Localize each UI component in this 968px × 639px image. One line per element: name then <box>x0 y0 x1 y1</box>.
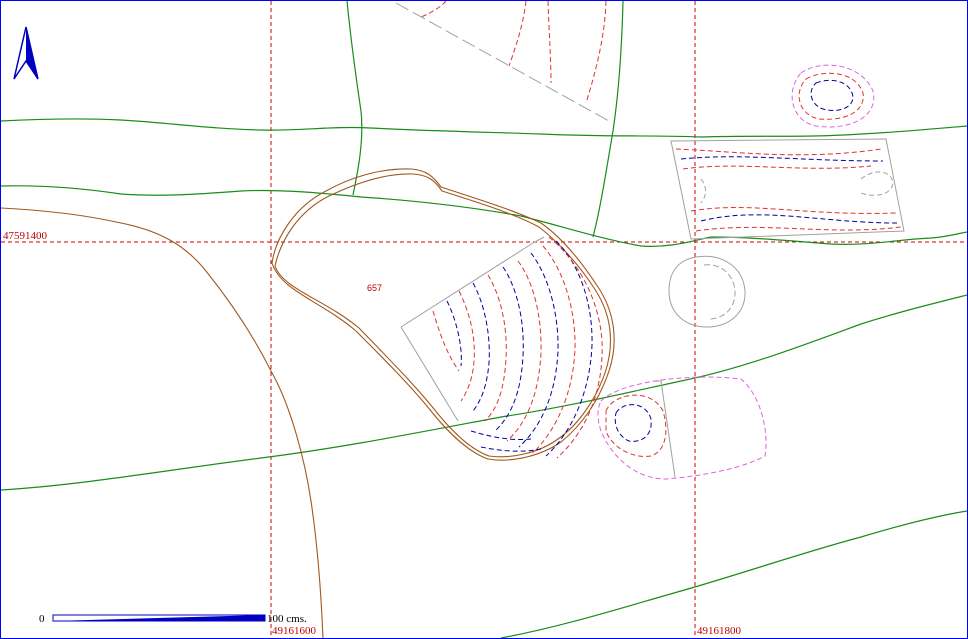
cut-outline-657 <box>271 168 615 461</box>
map-canvas[interactable] <box>1 1 967 638</box>
contour-line <box>458 290 475 402</box>
map-frame: 47591400 49161600 49161800 657 0 100 cms… <box>0 0 968 639</box>
contour-line <box>798 72 864 120</box>
contour-line <box>605 394 667 457</box>
contour-line <box>545 240 593 457</box>
contour-line <box>695 226 902 232</box>
scale-end-value: 100 <box>267 613 284 625</box>
cut-curve-long <box>1 207 324 638</box>
green-line-vertical-left <box>346 1 363 196</box>
contour-line <box>690 207 897 214</box>
contour-line <box>860 171 894 196</box>
sketch-section-right-frame <box>670 138 905 240</box>
contours-pit-lower <box>597 376 767 480</box>
contour-line <box>547 1 552 84</box>
contour-line <box>548 236 603 459</box>
grid-label-easting: 49161600 <box>272 625 316 637</box>
contour-line <box>446 300 462 367</box>
green-line-lower <box>1 294 967 491</box>
grid-label-northing: 47591400 <box>3 230 47 242</box>
green-line-bottom <box>500 510 967 638</box>
feature-label[interactable]: 657 <box>367 283 382 293</box>
contour-line <box>597 376 767 480</box>
scale-start-label: 0 <box>39 613 45 625</box>
contour-line <box>700 178 706 204</box>
scale-end-label: 100 cms. <box>267 613 307 625</box>
contour-line <box>484 274 507 422</box>
contour-line <box>585 1 607 104</box>
contour-line <box>470 430 532 440</box>
contour-line <box>614 404 652 442</box>
contours-pit-top-right <box>791 64 875 128</box>
contour-line <box>810 79 854 111</box>
north-arrow-icon <box>13 26 39 80</box>
contour-line <box>494 266 524 432</box>
green-boundaries <box>1 1 967 638</box>
contour-line <box>682 165 872 170</box>
contour-line <box>420 1 447 18</box>
contour-line <box>791 64 875 128</box>
brown-cuts <box>1 168 615 638</box>
green-line-top <box>1 118 967 138</box>
sketch-small-circle-inner <box>703 264 736 320</box>
grid-lines <box>1 1 967 638</box>
sketch-small-circle <box>668 255 746 328</box>
contour-line <box>508 1 527 67</box>
green-line-middle <box>1 185 967 247</box>
sketch-top-diagonal <box>395 2 610 122</box>
contour-line <box>480 446 542 452</box>
scale-unit: cms. <box>286 613 307 625</box>
scale-bar <box>52 614 266 622</box>
green-line-vertical-right <box>592 1 624 238</box>
contour-line <box>680 156 884 162</box>
contours-top-sketch <box>420 1 607 104</box>
sketch-frames <box>395 2 905 478</box>
sketch-pit-frame <box>653 380 676 478</box>
contours-right-section <box>675 148 902 232</box>
contour-line <box>700 214 898 224</box>
contour-line <box>472 282 490 412</box>
contour-line <box>675 148 882 156</box>
contour-line <box>506 260 542 442</box>
grid-label-easting: 49161800 <box>697 625 741 637</box>
